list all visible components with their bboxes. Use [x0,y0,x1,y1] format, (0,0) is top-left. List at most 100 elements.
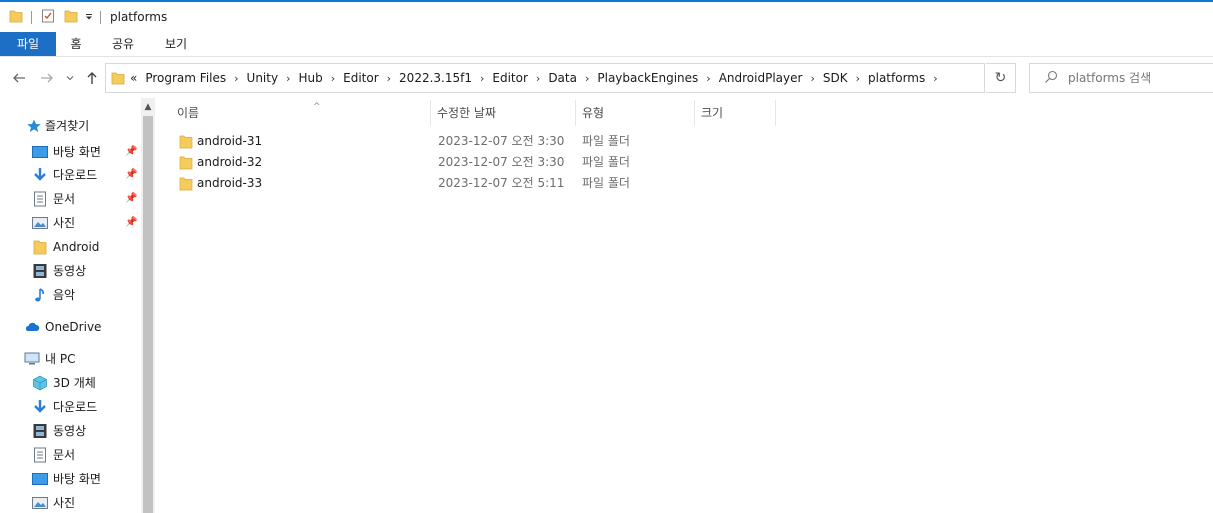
window-title: platforms [110,10,168,24]
folder-icon [179,135,193,149]
breadcrumb-item[interactable]: Data [548,64,577,92]
file-date: 2023-12-07 오전 5:11 [438,176,565,190]
nav-label: 동영상 [53,424,87,438]
music-note-icon [35,288,44,302]
chevron-right-icon[interactable]: › [856,65,860,93]
breadcrumb-item[interactable]: Editor [343,64,379,92]
address-row: «Program Files › Unity › Hub › Editor › 2022.3.1… [0,58,1213,98]
breadcrumb-item[interactable]: Hub [298,64,322,92]
chevron-down-icon [66,76,74,81]
divider [100,11,101,24]
desktop-icon [32,146,48,158]
folder-icon [33,240,47,255]
nav-label: OneDrive [45,320,102,334]
scroll-up-button[interactable]: ▲ [141,100,155,114]
file-name: android-33 [197,176,263,190]
divider [31,11,32,24]
breadcrumb-item[interactable]: platforms [868,64,925,92]
nav-label: 동영상 [53,264,87,278]
nav-label: 바탕 화면 [53,145,101,159]
column-header-modified[interactable]: 수정한 날짜 [431,100,576,126]
film-icon [33,424,47,438]
chevron-right-icon[interactable]: › [933,65,937,93]
chevron-right-icon[interactable]: › [286,65,290,93]
file-name: android-31 [197,134,263,148]
nav-label: 3D 개체 [53,376,96,390]
file-name: android-32 [197,155,263,169]
table-row[interactable]: android-32 2023-12-07 오전 3:30 파일 폴더 [175,152,645,173]
column-header-size[interactable]: 크기 [695,100,776,126]
column-label: 크기 [701,106,724,120]
column-label: 이름 [177,106,200,120]
chevron-right-icon[interactable]: › [234,65,238,93]
chevron-right-icon[interactable]: › [387,65,391,93]
search-box[interactable] [1029,63,1213,93]
tab-home[interactable]: 홈 [62,32,90,56]
tab-file[interactable]: 파일 [0,32,56,56]
arrow-up-icon [87,72,97,84]
chevron-right-icon[interactable]: › [536,65,540,93]
table-row[interactable]: android-31 2023-12-07 오전 3:30 파일 폴더 [175,131,645,152]
pin-icon: 📌 [125,217,138,228]
refresh-button[interactable]: ↻ [986,63,1016,93]
up-button[interactable] [83,68,101,88]
star-icon [27,119,41,132]
chevron-right-icon[interactable]: › [585,65,589,93]
chevron-right-icon[interactable]: › [480,65,484,93]
desktop-icon [32,473,48,485]
folder-icon [179,177,193,191]
pin-icon: 📌 [125,169,138,180]
back-button[interactable] [10,68,28,88]
search-icon [1045,70,1058,83]
search-input[interactable] [1068,68,1213,88]
breadcrumb-item[interactable]: Program Files [145,64,226,92]
arrow-right-icon [41,73,53,83]
column-header-type[interactable]: 유형 [576,100,695,126]
column-header-name[interactable]: 이름 ^ [171,100,431,126]
pictures-icon [32,497,48,509]
breadcrumb-overflow[interactable]: « [130,64,137,92]
tab-share[interactable]: 공유 [104,32,142,56]
cloud-icon [25,322,40,331]
breadcrumb-item[interactable]: 2022.3.15f1 [399,64,472,92]
chevron-right-icon[interactable]: › [810,65,814,93]
ribbon-tabs: 파일 홈 공유 보기 [0,32,1213,57]
breadcrumb-item[interactable]: Editor [492,64,528,92]
folder-icon [111,72,125,85]
tab-view[interactable]: 보기 [157,32,195,56]
document-icon [34,447,46,463]
navigation-pane: 즐겨찾기 바탕 화면 📌 다운로드 📌 문서 📌 사진 📌 Android 동영… [0,98,155,513]
properties-icon[interactable] [41,8,55,24]
breadcrumb-item[interactable]: Unity [247,64,279,92]
breadcrumb-item[interactable]: SDK [823,64,848,92]
nav-scrollbar[interactable]: ▲ [141,98,155,513]
breadcrumb-item[interactable]: PlaybackEngines [597,64,698,92]
pin-icon: 📌 [125,193,138,204]
nav-label: 문서 [53,448,76,462]
folder-icon[interactable] [9,8,23,24]
chevron-right-icon[interactable]: › [331,65,335,93]
file-date: 2023-12-07 오전 3:30 [438,134,565,148]
address-bar[interactable]: «Program Files › Unity › Hub › Editor › 2022.3.1… [105,63,1080,93]
sort-ascending-icon: ^ [313,102,321,112]
pin-icon: 📌 [125,146,138,157]
customize-quick-access-icon[interactable] [85,13,93,21]
download-icon [34,168,46,181]
file-type: 파일 폴더 [582,134,630,148]
recent-locations-button[interactable] [63,68,77,88]
file-date: 2023-12-07 오전 3:30 [438,155,565,169]
file-list: 이름 ^ 수정한 날짜 유형 크기 android-31 2023-12-07 … [155,98,1213,513]
forward-button[interactable] [38,68,56,88]
file-type: 파일 폴더 [582,176,630,190]
new-folder-icon[interactable] [64,8,78,24]
refresh-icon: ↻ [994,70,1007,86]
scroll-thumb[interactable] [143,116,153,513]
table-row[interactable]: android-33 2023-12-07 오전 5:11 파일 폴더 [175,173,645,194]
file-type: 파일 폴더 [582,155,630,169]
column-label: 유형 [582,106,605,120]
nav-label: 내 PC [45,352,76,366]
chevron-right-icon[interactable]: › [706,65,710,93]
computer-icon [24,352,40,365]
nav-label: 바탕 화면 [53,472,101,486]
breadcrumb-item[interactable]: AndroidPlayer [719,64,803,92]
